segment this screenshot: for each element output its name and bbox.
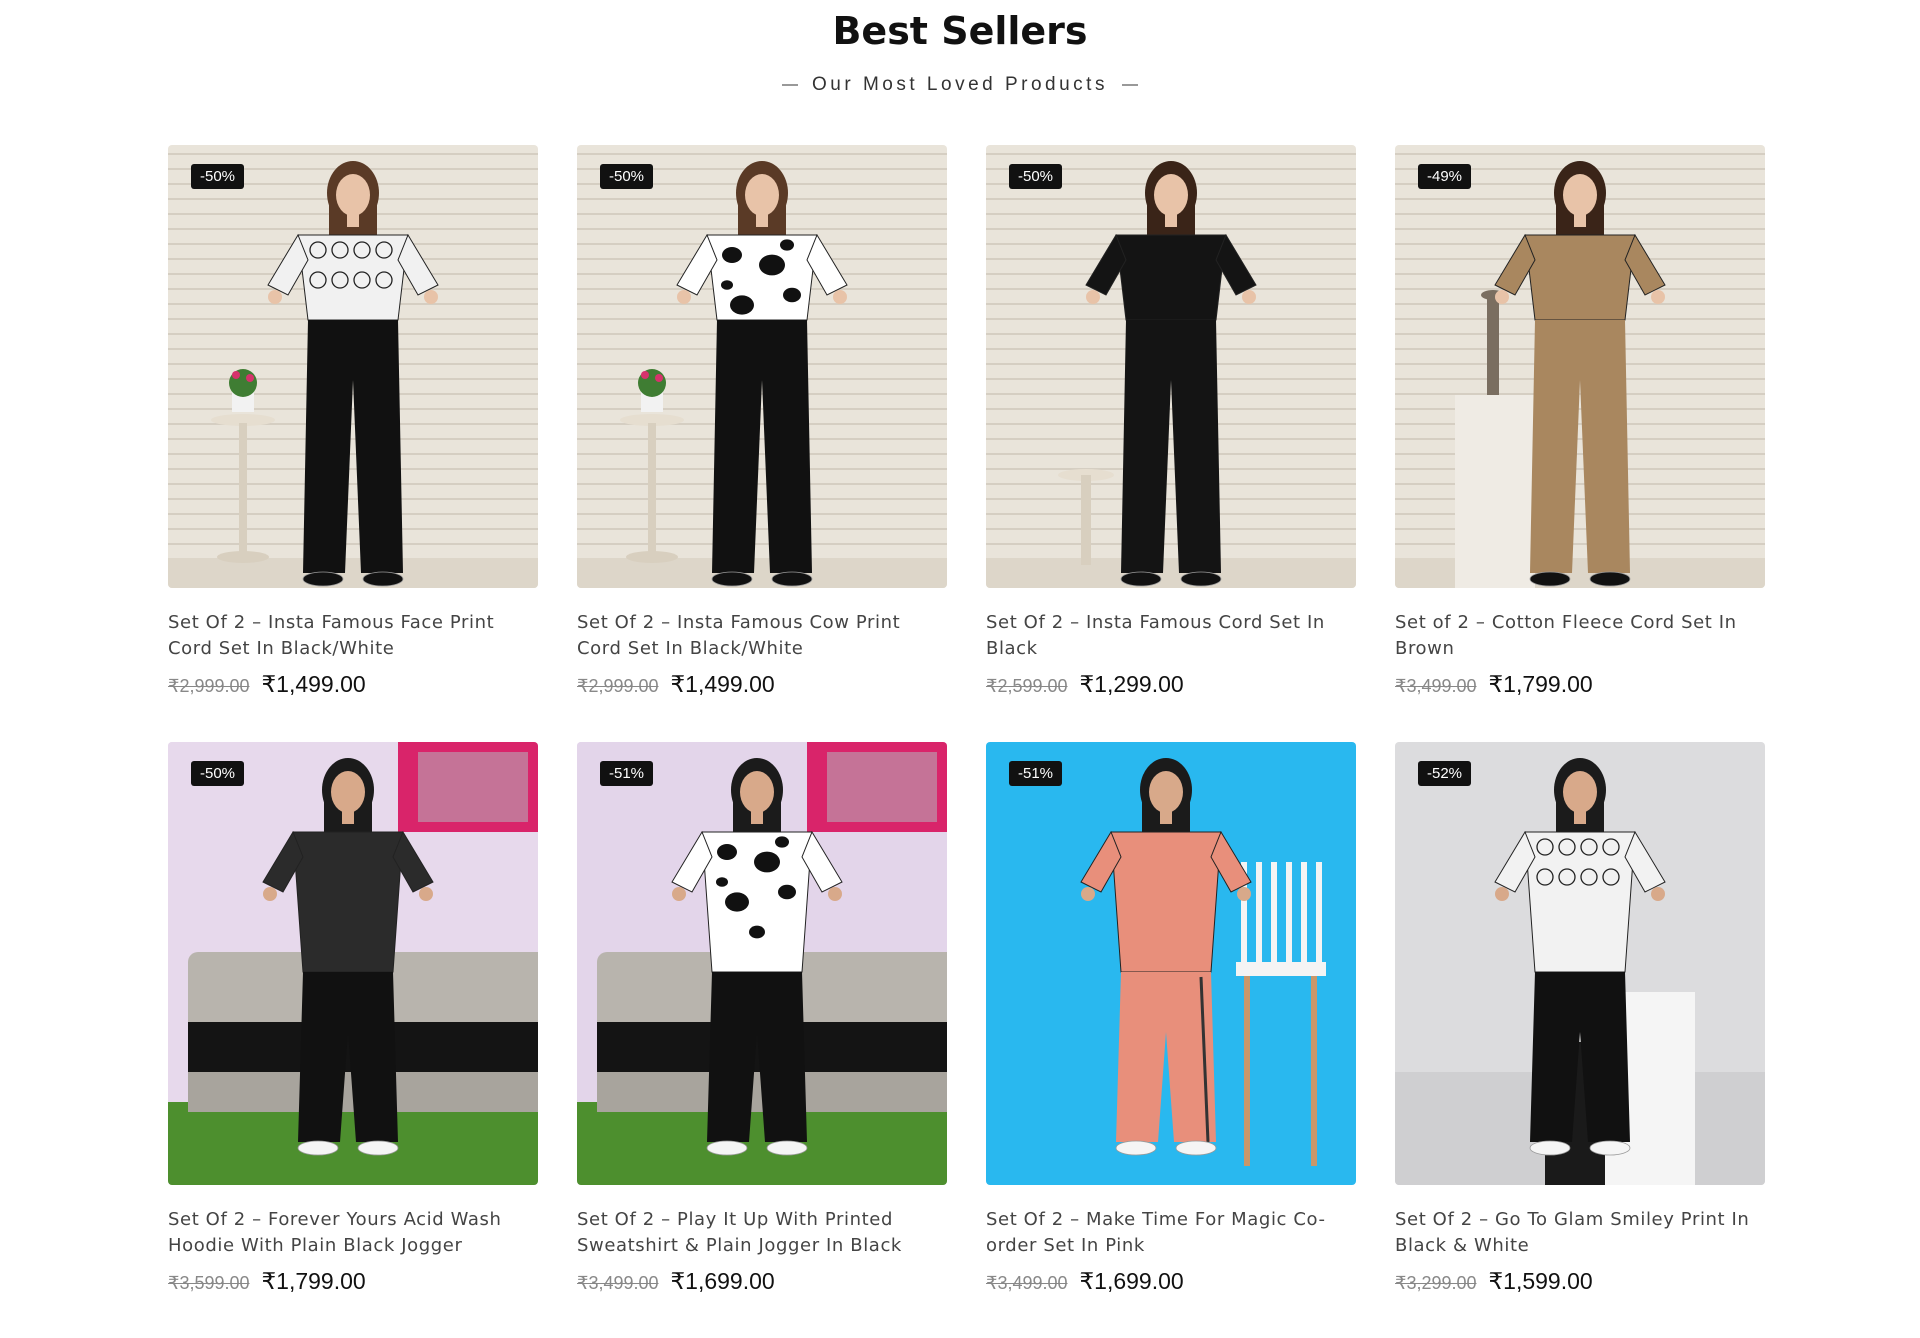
price-row: ₹2,599.00 ₹1,299.00	[986, 671, 1356, 698]
discount-badge: -50%	[191, 164, 245, 189]
product-card[interactable]: -49% Set of 2 – Cotton Fleece Cord Set I…	[1395, 145, 1765, 704]
price-row: ₹3,499.00 ₹1,699.00	[986, 1268, 1356, 1295]
subtitle-dash-right	[1121, 84, 1138, 86]
product-title[interactable]: Set of 2 – Cotton Fleece Cord Set In Bro…	[1395, 610, 1765, 662]
product-image[interactable]: -52%	[1395, 742, 1765, 1185]
product-title[interactable]: Set Of 2 – Insta Famous Face Print Cord …	[168, 610, 538, 662]
best-sellers-header: Best Sellers Our Most Loved Products	[0, 0, 1920, 96]
product-title[interactable]: Set Of 2 – Forever Yours Acid Wash Hoodi…	[168, 1207, 538, 1259]
product-image[interactable]: -51%	[986, 742, 1356, 1185]
product-card[interactable]: -50% Set Of 2 – Forever Yours Acid Wash …	[168, 742, 538, 1301]
product-image[interactable]: -50%	[168, 742, 538, 1185]
product-card[interactable]: -51% Set Of 2 – Make Time For Magic Co-o…	[986, 742, 1356, 1301]
product-title[interactable]: Set Of 2 – Insta Famous Cow Print Cord S…	[577, 610, 947, 662]
discount-badge: -50%	[600, 164, 654, 189]
product-title[interactable]: Set Of 2 – Go To Glam Smiley Print In Bl…	[1395, 1207, 1765, 1259]
sale-price: ₹1,499.00	[261, 671, 366, 697]
sale-price: ₹1,699.00	[1079, 1268, 1184, 1294]
original-price: ₹3,299.00	[1395, 1273, 1477, 1293]
sale-price: ₹1,599.00	[1488, 1268, 1593, 1294]
product-title[interactable]: Set Of 2 – Play It Up With Printed Sweat…	[577, 1207, 947, 1259]
price-row: ₹3,499.00 ₹1,799.00	[1395, 671, 1765, 698]
original-price: ₹2,999.00	[577, 676, 659, 696]
discount-badge: -49%	[1418, 164, 1472, 189]
original-price: ₹3,599.00	[168, 1273, 250, 1293]
discount-badge: -50%	[1009, 164, 1063, 189]
product-card[interactable]: -50% Set Of 2 – Insta Famous Cord Set In…	[986, 145, 1356, 704]
product-grid: -50% Set Of 2 – Insta Famous Face Print …	[168, 145, 1766, 1301]
discount-badge: -51%	[1009, 761, 1063, 786]
original-price: ₹3,499.00	[577, 1273, 659, 1293]
product-image[interactable]: -50%	[986, 145, 1356, 588]
subtitle-dash-left	[782, 84, 799, 86]
product-card[interactable]: -51% Set Of 2 – Play It Up With Printed …	[577, 742, 947, 1301]
product-image[interactable]: -50%	[168, 145, 538, 588]
product-title[interactable]: Set Of 2 – Make Time For Magic Co-order …	[986, 1207, 1356, 1259]
discount-badge: -52%	[1418, 761, 1472, 786]
product-title[interactable]: Set Of 2 – Insta Famous Cord Set In Blac…	[986, 610, 1356, 662]
product-image[interactable]: -50%	[577, 145, 947, 588]
discount-badge: -51%	[600, 761, 654, 786]
section-subtitle: Our Most Loved Products	[0, 74, 1920, 96]
original-price: ₹3,499.00	[1395, 676, 1477, 696]
product-card[interactable]: -52% Set Of 2 – Go To Glam Smiley Print …	[1395, 742, 1765, 1301]
sale-price: ₹1,799.00	[261, 1268, 366, 1294]
product-card[interactable]: -50% Set Of 2 – Insta Famous Cow Print C…	[577, 145, 947, 704]
sale-price: ₹1,799.00	[1488, 671, 1593, 697]
sale-price: ₹1,299.00	[1079, 671, 1184, 697]
sale-price: ₹1,699.00	[670, 1268, 775, 1294]
price-row: ₹2,999.00 ₹1,499.00	[168, 671, 538, 698]
price-row: ₹2,999.00 ₹1,499.00	[577, 671, 947, 698]
original-price: ₹2,599.00	[986, 676, 1068, 696]
product-image[interactable]: -51%	[577, 742, 947, 1185]
section-subtitle-text: Our Most Loved Products	[812, 74, 1108, 95]
sale-price: ₹1,499.00	[670, 671, 775, 697]
product-image[interactable]: -49%	[1395, 145, 1765, 588]
product-card[interactable]: -50% Set Of 2 – Insta Famous Face Print …	[168, 145, 538, 704]
price-row: ₹3,599.00 ₹1,799.00	[168, 1268, 538, 1295]
section-title: Best Sellers	[832, 9, 1088, 53]
price-row: ₹3,299.00 ₹1,599.00	[1395, 1268, 1765, 1295]
price-row: ₹3,499.00 ₹1,699.00	[577, 1268, 947, 1295]
original-price: ₹2,999.00	[168, 676, 250, 696]
discount-badge: -50%	[191, 761, 245, 786]
original-price: ₹3,499.00	[986, 1273, 1068, 1293]
